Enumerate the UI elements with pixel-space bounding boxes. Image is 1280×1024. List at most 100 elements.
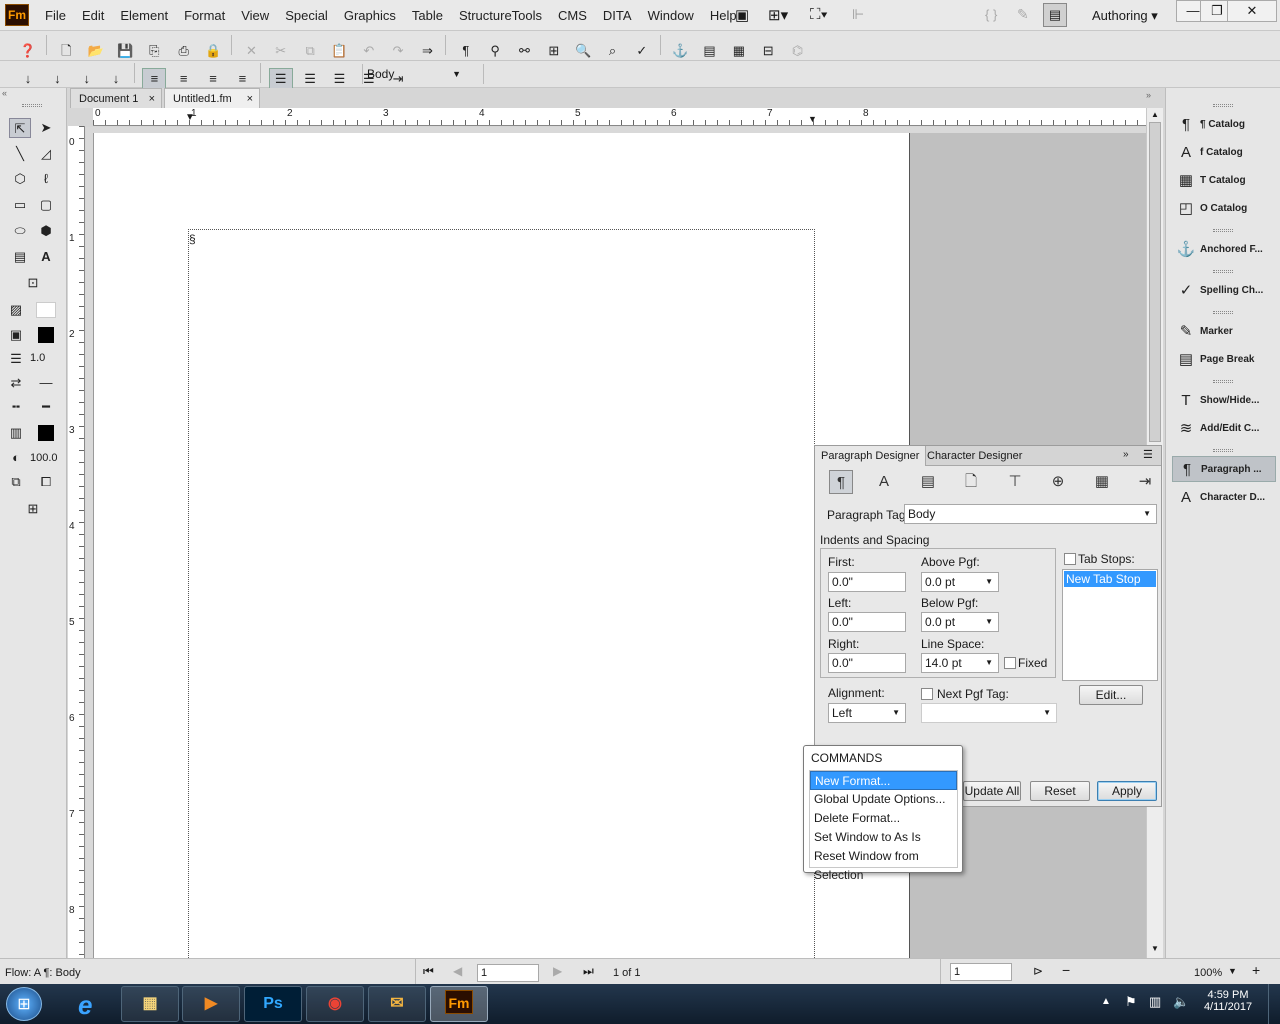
align-right-icon[interactable]: ≡ [172,68,196,90]
pen-icon[interactable]: ✎ [1017,6,1029,23]
tab-character-designer[interactable]: Character Designer [921,446,1028,466]
internet-explorer-icon[interactable]: e [78,990,92,1021]
group-icon[interactable]: ⧠ [35,472,57,492]
save-as-icon[interactable]: ⎘ [142,40,166,62]
solid-line-icon[interactable]: ━ [35,397,57,417]
last-page-icon[interactable]: ⏭ [583,964,594,979]
right-panel-collapse-icon[interactable]: » [1146,90,1151,100]
arrange-icon[interactable]: ⊞▾ [768,6,788,24]
tab-close-icon[interactable]: × [247,89,253,109]
reset-button[interactable]: Reset [1030,781,1090,801]
rotate-icon[interactable]: ⧉ [5,472,27,492]
menu-file[interactable]: File [37,8,74,23]
screen-mode-icon[interactable]: ⛶▾ [810,6,828,23]
show-hide-button[interactable]: T Show/Hide... [1172,387,1276,413]
menu-special[interactable]: Special [277,8,336,23]
align-center-icon[interactable]: ≡ [201,68,225,90]
object-select-icon[interactable]: ➤ [35,118,57,138]
dash-pattern-icon[interactable]: ╍ [5,397,27,417]
first-page-icon[interactable]: ⏮ [423,964,434,979]
tab-close-icon[interactable]: × [149,89,155,109]
menu-table[interactable]: Table [404,8,451,23]
help-icon[interactable]: ❓ [16,40,40,62]
open-icon[interactable]: 📂 [84,40,108,62]
action-center-icon[interactable]: ⚑ [1125,994,1137,1010]
line-width-icon[interactable]: ☰ [5,349,27,369]
marker-button[interactable]: ✎ Marker [1172,318,1276,344]
advanced-icon[interactable]: ⊤ [1003,470,1027,494]
chrome-icon[interactable]: ◉ [306,986,364,1022]
increase-space-icon[interactable]: ↓ [104,68,128,90]
freehand-tool-icon[interactable]: ℓ [35,169,57,189]
hexagon-tool-icon[interactable]: ⬢ [35,221,57,241]
copy-icon[interactable]: ⧉ [298,40,322,62]
asian-icon[interactable]: ⊕ [1046,470,1070,494]
above-pgf-select[interactable]: 0.0 pt [921,572,999,592]
structure-view-icon[interactable]: ⊩ [852,6,864,23]
direction-icon[interactable]: ⇥ [1133,470,1157,494]
tint-icon[interactable]: ▥ [5,423,27,443]
start-button-icon[interactable]: ⊞ [6,987,42,1021]
tab-untitled1[interactable]: Untitled1.fm × [164,88,260,108]
anchored-frame-icon[interactable]: ⚲ [483,40,507,62]
menu-window[interactable]: Window [640,8,702,23]
fill-pattern-icon[interactable]: ▨ [5,300,27,320]
save-icon[interactable]: 💾 [113,40,137,62]
menu-format[interactable]: Format [176,8,233,23]
xml-code-icon[interactable]: { } [985,7,997,22]
next-pgf-tag-select[interactable] [921,703,1057,723]
rounded-rectangle-tool-icon[interactable]: ▢ [35,195,57,215]
object-catalog-button[interactable]: ◰ O Catalog [1172,195,1276,221]
outlook-icon[interactable]: ✉ [368,986,426,1022]
redo-icon[interactable]: ↷ [386,40,410,62]
print-icon[interactable]: ⎙ [172,40,196,62]
tab-stops-list[interactable]: New Tab Stop [1062,569,1158,681]
menu-cms[interactable]: CMS [550,8,595,23]
basic-properties-icon[interactable]: ¶ [829,470,853,494]
variable-icon[interactable]: ⚯ [513,40,537,62]
alignment-select[interactable]: Left [828,703,906,723]
polygon-tool-icon[interactable]: ⬡ [9,169,31,189]
spelling-checker-button[interactable]: ✓ Spelling Ch... [1172,277,1276,303]
align-objects-icon[interactable]: ⊞ [22,499,44,519]
scroll-up-icon[interactable]: ▲ [1151,110,1159,119]
framemaker-taskbar-icon[interactable]: Fm [430,986,488,1022]
line-spacing-double-icon[interactable]: ☰ [327,68,351,90]
left-indent-input[interactable]: 0.0" [828,612,906,632]
paragraph-tag-select[interactable]: Body [904,504,1157,524]
align-justify-icon[interactable]: ≡ [230,68,254,90]
command-reset-window[interactable]: Reset Window from Selection [810,847,957,882]
paragraph-tag-dropdown[interactable]: Body ▼ [362,64,484,84]
menu-structuretools[interactable]: StructureTools [451,8,550,23]
close-window-button[interactable]: ✕ [1227,0,1277,22]
panel-collapse-icon[interactable]: « [2,88,7,98]
find-icon[interactable]: 🔍 [571,40,595,62]
pen-pattern-icon[interactable]: ▣ [5,325,27,345]
cut-icon[interactable]: ✂ [269,40,293,62]
color-swatch[interactable] [38,425,54,441]
find-next-icon[interactable]: ⌕ [601,40,625,62]
zoom-in-icon[interactable]: + [1252,962,1260,978]
next-page-icon[interactable]: ▶ [553,964,562,978]
tab-stop-item[interactable]: New Tab Stop [1064,571,1156,587]
repeat-icon[interactable]: ⇒ [415,40,439,62]
scroll-down-icon[interactable]: ▼ [1151,944,1159,953]
clock[interactable]: 4:59 PM 4/11/2017 [1198,989,1258,1013]
decrease-space-icon[interactable]: ↓ [75,68,99,90]
workspace-mode[interactable]: Authoring ▾ [1092,8,1158,24]
next-pgf-tag-checkbox[interactable] [921,688,933,700]
volume-icon[interactable]: 🔈 [1173,994,1189,1010]
menu-graphics[interactable]: Graphics [336,8,404,23]
workspace-layout-icon[interactable]: ▣ [735,6,749,24]
show-desktop-button[interactable] [1268,984,1280,1024]
command-new-format[interactable]: New Format... [810,771,957,790]
track-changes-icon[interactable]: ¶ [454,40,478,62]
first-indent-input[interactable]: 0.0" [828,572,906,592]
oval-tool-icon[interactable]: ⬭ [9,221,31,241]
pagination-icon[interactable]: ▤ [916,470,940,494]
below-pgf-select[interactable]: 0.0 pt [921,612,999,632]
undo-icon[interactable]: ↶ [357,40,381,62]
edit-button[interactable]: Edit... [1079,685,1143,705]
add-edit-button[interactable]: ≋ Add/Edit C... [1172,415,1276,441]
menu-element[interactable]: Element [112,8,176,23]
